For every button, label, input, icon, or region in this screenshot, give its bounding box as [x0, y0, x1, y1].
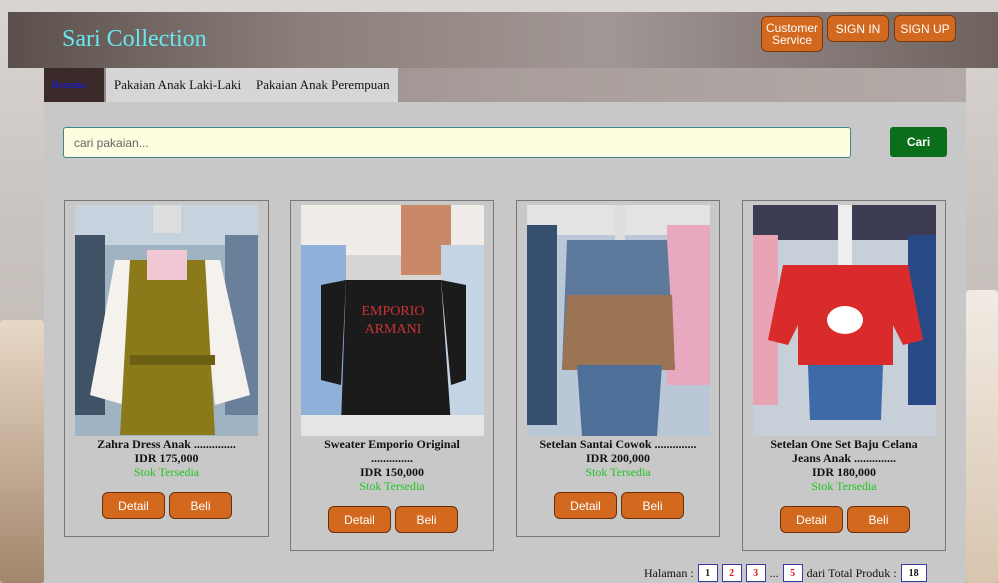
buy-button[interactable]: Beli	[621, 492, 684, 519]
search-button[interactable]: Cari	[890, 127, 947, 157]
stock-status: Stok Tersedia	[359, 479, 425, 493]
product-image[interactable]	[75, 205, 258, 436]
tab-pakaian-perempuan[interactable]: Pakaian Anak Perempuan	[248, 68, 398, 102]
background-figure-left	[0, 320, 44, 583]
product-card: Setelan One Set Baju Celana Jeans Anak .…	[742, 200, 946, 551]
buy-button[interactable]: Beli	[169, 492, 232, 519]
detail-button[interactable]: Detail	[780, 506, 843, 533]
product-price: IDR 150,000	[359, 465, 424, 479]
product-card: EMPORIO ARMANI Sweater Emporio Original …	[290, 200, 494, 551]
page-link-3[interactable]: 3	[745, 564, 766, 582]
product-image[interactable]	[527, 205, 710, 436]
nav-tabs: Beranda Pakaian Anak Laki-Laki Pakaian A…	[44, 68, 966, 102]
product-image[interactable]: EMPORIO ARMANI	[301, 205, 484, 436]
pagination-ellipsis: ...	[769, 565, 779, 580]
tab-pakaian-laki-laki[interactable]: Pakaian Anak Laki-Laki	[106, 68, 250, 102]
stock-status: Stok Tersedia	[585, 465, 651, 479]
main-panel: Beranda Pakaian Anak Laki-Laki Pakaian A…	[44, 68, 966, 583]
detail-button[interactable]: Detail	[328, 506, 391, 533]
search-input[interactable]	[63, 127, 851, 158]
stock-status: Stok Tersedia	[811, 479, 877, 493]
page-link-2[interactable]: 2	[721, 564, 742, 582]
product-price: IDR 180,000	[811, 465, 876, 479]
background-figure-right	[966, 290, 998, 583]
product-price: IDR 200,000	[585, 451, 650, 465]
signin-button[interactable]: SIGN IN	[827, 15, 889, 42]
svg-text:ARMANI: ARMANI	[365, 322, 422, 337]
detail-button[interactable]: Detail	[554, 492, 617, 519]
page-link-last[interactable]: 5	[782, 564, 803, 582]
customer-service-button[interactable]: Customer Service	[761, 16, 823, 52]
svg-text:EMPORIO: EMPORIO	[361, 304, 424, 319]
product-price: IDR 175,000	[134, 451, 199, 465]
product-name: Setelan Santai Cowok ..............	[539, 437, 697, 451]
detail-button[interactable]: Detail	[102, 492, 165, 519]
total-label: dari Total Produk :	[806, 565, 897, 580]
product-card: Setelan Santai Cowok .............. IDR …	[516, 200, 720, 537]
stock-status: Stok Tersedia	[133, 465, 200, 479]
signup-button[interactable]: SIGN UP	[894, 15, 956, 42]
buy-button[interactable]: Beli	[395, 506, 458, 533]
product-name: Setelan One Set Baju Celana Jeans Anak .…	[770, 437, 918, 465]
product-name: Zahra Dress Anak ..............	[97, 437, 236, 451]
product-card: Zahra Dress Anak .............. IDR 175,…	[64, 200, 269, 537]
product-image[interactable]	[753, 205, 936, 436]
pagination: Halaman : 1 2 3 ... 5 dari Total Produk …	[644, 564, 927, 582]
product-name: Sweater Emporio Original ..............	[324, 437, 460, 465]
pagination-label: Halaman :	[644, 565, 694, 580]
page-link-1[interactable]: 1	[697, 564, 718, 582]
total-count: 18	[900, 564, 927, 582]
buy-button[interactable]: Beli	[847, 506, 910, 533]
brand-title[interactable]: Sari Collection	[62, 26, 207, 53]
tab-beranda[interactable]: Beranda	[44, 68, 104, 102]
